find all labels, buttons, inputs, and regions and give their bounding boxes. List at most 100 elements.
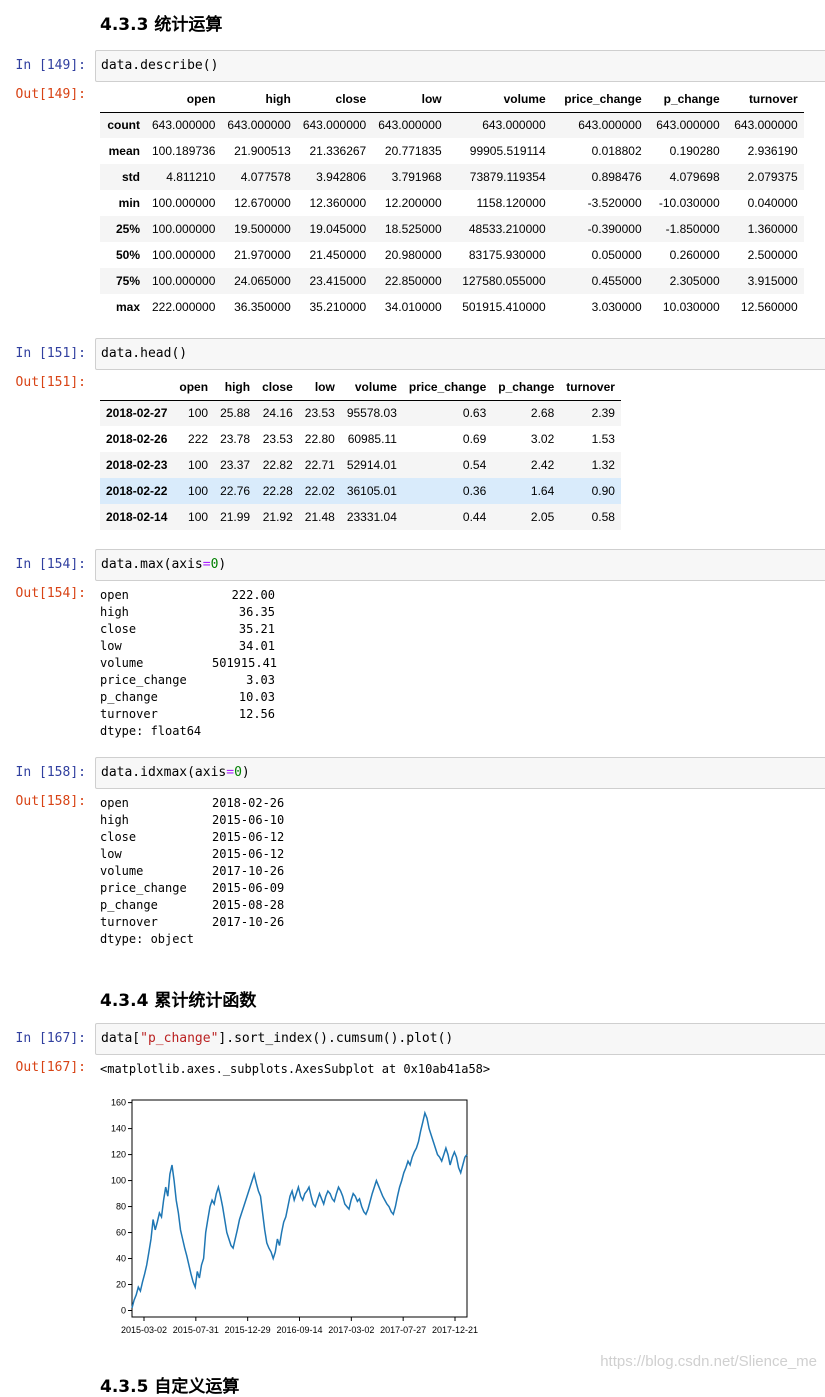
table-cell: 127580.055000 xyxy=(462,274,546,288)
code-operator: = xyxy=(226,765,235,780)
series-key: price_change xyxy=(100,881,187,895)
table-cell: -1.850000 xyxy=(665,222,720,236)
series-value: 2017-10-26 xyxy=(212,864,285,878)
input-prompt: In [158]: xyxy=(15,765,86,780)
row-index-label: mean xyxy=(108,144,140,158)
table-cell: 643.000000 xyxy=(378,118,442,133)
table-cell: 2.05 xyxy=(530,510,555,524)
table-row: 75% 100.000000 24.065000 23.415000 22.850000… xyxy=(100,268,804,294)
series-row: low 2015-06-12 xyxy=(100,846,284,863)
series-value: 2015-08-28 xyxy=(212,898,285,912)
column-header: p_change xyxy=(647,86,726,113)
max-series-output: open 222.00 high 36.35 close 35.21 low 34.01 vol… xyxy=(100,587,278,740)
table-cell: 23.53 xyxy=(262,432,293,446)
column-header: low xyxy=(298,374,341,401)
code-cell-describe[interactable]: data.describe() xyxy=(95,50,825,82)
row-index-label: 2018-02-14 xyxy=(106,510,168,524)
table-cell: 23.78 xyxy=(220,432,251,446)
row-index-label: 2018-02-27 xyxy=(106,406,168,421)
row-index-label: max xyxy=(115,300,140,314)
series-value: 2018-02-26 xyxy=(212,796,285,810)
column-header: p_change xyxy=(492,374,561,401)
table-cell: 4.811210 xyxy=(166,170,216,184)
table-cell: 100.189736 xyxy=(152,144,216,158)
code-cell-head[interactable]: data.head() xyxy=(95,338,825,370)
table-cell: 643.000000 xyxy=(656,118,720,133)
output-prompt: Out[149]: xyxy=(15,87,86,102)
y-tick-label: 100 xyxy=(111,1176,126,1186)
table-cell: 2.68 xyxy=(530,406,555,421)
code-cell-max[interactable]: data.max(axis=0) xyxy=(95,549,825,581)
table-cell: 100 xyxy=(188,484,209,498)
output-prompt: Out[158]: xyxy=(15,794,86,809)
row-index-label: std xyxy=(122,170,140,184)
table-cell: 25.88 xyxy=(220,406,251,421)
table-cell: 0.898476 xyxy=(591,170,642,184)
table-cell: 22.80 xyxy=(304,432,335,446)
table-header-row: open high close low volume price_change p_chan… xyxy=(100,374,621,401)
column-header: price_change xyxy=(551,86,648,113)
series-row: price_change 2015-06-09 xyxy=(100,880,284,897)
section-heading-4-3-3: 4.3.3 统计运算 xyxy=(100,15,223,35)
series-row: close 2015-06-12 xyxy=(100,829,284,846)
x-tick-label: 2015-12-29 xyxy=(225,1325,271,1335)
code-text: ) xyxy=(241,765,250,780)
table-row: mean 100.189736 21.900513 21.336267 20.77183… xyxy=(100,138,804,164)
table-cell: -0.390000 xyxy=(587,222,642,236)
table-cell: 60985.11 xyxy=(347,432,397,446)
watermark: https://blog.csdn.net/Slience_me xyxy=(600,1353,817,1370)
series-line xyxy=(131,1110,468,1309)
table-cell: 22.82 xyxy=(262,458,293,472)
table-cell: 4.077578 xyxy=(240,170,291,184)
table-cell: 2.42 xyxy=(530,458,555,472)
x-tick-label: 2015-03-02 xyxy=(121,1325,167,1335)
table-cell: 3.942806 xyxy=(316,170,367,184)
table-cell: 0.54 xyxy=(462,458,487,472)
x-tick-label: 2015-07-31 xyxy=(173,1325,219,1335)
table-cell: 35.210000 xyxy=(309,300,367,314)
column-header: open xyxy=(173,374,215,401)
code-text: ) xyxy=(218,557,227,572)
dtype-line: dtype: object xyxy=(100,932,194,946)
series-key: high xyxy=(100,813,129,827)
table-cell: 2.936190 xyxy=(747,144,798,158)
table-cell: 3.030000 xyxy=(591,300,642,314)
y-tick-label: 140 xyxy=(111,1124,126,1134)
table-row: std 4.811210 4.077578 3.942806 3.791968 73879… xyxy=(100,164,804,190)
code-cell-idxmax[interactable]: data.idxmax(axis=0) xyxy=(95,757,825,789)
table-cell: 23.37 xyxy=(220,458,251,472)
code-cell-cumsum-plot[interactable]: data["p_change"].sort_index().cumsum().p… xyxy=(95,1023,825,1055)
row-index-label: 50% xyxy=(115,248,140,262)
table-cell: 21.970000 xyxy=(234,248,291,262)
table-cell: 23.415000 xyxy=(309,274,367,288)
table-cell: 34.010000 xyxy=(384,300,442,314)
table-cell: 0.44 xyxy=(462,510,487,524)
code-text: data.idxmax(axis xyxy=(101,765,227,780)
table-cell: 643.000000 xyxy=(734,118,798,133)
table-cell: 643.000000 xyxy=(578,118,642,133)
column-header: low xyxy=(372,86,448,113)
table-cell: 21.336267 xyxy=(309,144,367,158)
input-prompt: In [151]: xyxy=(15,346,86,361)
series-row: turnover 12.56 xyxy=(100,706,275,723)
series-row: high 2015-06-10 xyxy=(100,812,284,829)
row-index-label: count xyxy=(107,118,140,133)
table-cell: 100.000000 xyxy=(152,222,216,236)
table-cell: 20.771835 xyxy=(384,144,442,158)
table-cell: 12.200000 xyxy=(384,196,442,210)
y-tick-label: 40 xyxy=(116,1254,126,1264)
table-cell: 23.53 xyxy=(304,406,335,421)
series-row: volume 501915.41 xyxy=(100,655,278,672)
table-cell: 100 xyxy=(188,406,209,421)
table-cell: 2.39 xyxy=(591,406,615,421)
table-cell: 83175.930000 xyxy=(468,248,546,262)
series-value: 501915.41 xyxy=(212,656,278,670)
series-value: 10.03 xyxy=(238,690,275,704)
series-key: p_change xyxy=(100,898,158,912)
table-cell: 48533.210000 xyxy=(468,222,546,236)
code-text: data[ xyxy=(101,1031,141,1046)
column-header: open xyxy=(146,86,222,113)
column-header: turnover xyxy=(725,86,804,113)
column-header: high xyxy=(221,86,297,113)
series-value: 2017-10-26 xyxy=(212,915,285,929)
